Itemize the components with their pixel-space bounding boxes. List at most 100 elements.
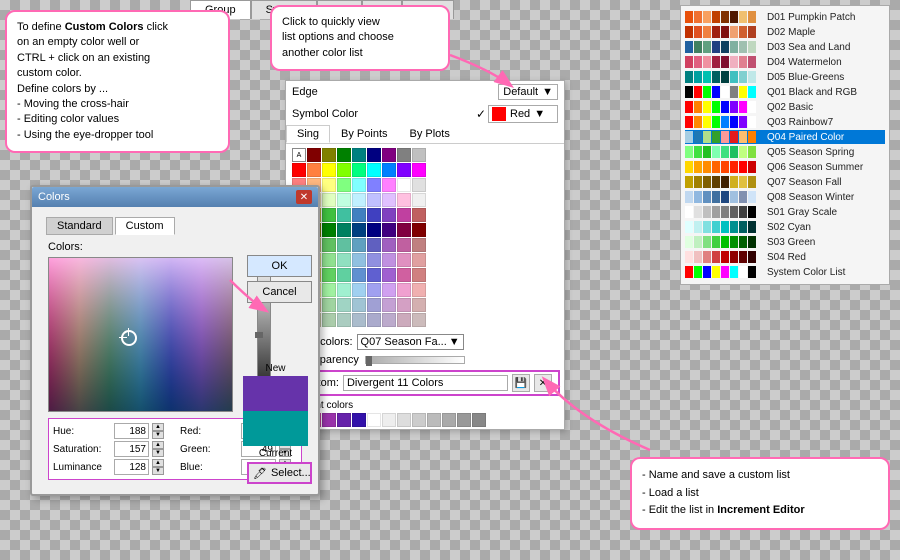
color-list-item[interactable]: Q03 Rainbow7 [685, 115, 885, 129]
swatch-cell[interactable] [367, 193, 381, 207]
swatch-cell[interactable] [412, 298, 426, 312]
swatch-cell[interactable] [412, 268, 426, 282]
color-list-item[interactable]: Q04 Paired Color [685, 130, 885, 144]
swatch-cell[interactable] [292, 163, 306, 177]
more-colors-dropdown[interactable]: Q07 Season Fa... ▼ [357, 334, 464, 350]
transparency-slider[interactable] [365, 356, 465, 364]
swatch-cell[interactable] [412, 253, 426, 267]
hue-spin[interactable]: ▲ ▼ [152, 423, 164, 439]
saturation-input[interactable] [114, 441, 149, 457]
swatch-cell[interactable] [367, 163, 381, 177]
swatch-cell[interactable] [337, 313, 351, 327]
swatch-cell[interactable] [352, 223, 366, 237]
swatch-cell[interactable] [322, 253, 336, 267]
recent-swatch[interactable] [322, 413, 336, 427]
swatch-cell[interactable] [412, 223, 426, 237]
recent-swatch[interactable] [367, 413, 381, 427]
swatch-cell[interactable] [382, 313, 396, 327]
swatch-cell[interactable] [367, 148, 381, 162]
hue-input[interactable] [114, 423, 149, 439]
swatch-cell[interactable] [382, 148, 396, 162]
swatch-cell[interactable] [352, 298, 366, 312]
symbol-color-dropdown[interactable]: Red ▼ [488, 105, 558, 123]
color-picker-area[interactable] [48, 257, 233, 412]
swatch-cell[interactable] [352, 313, 366, 327]
color-list-item[interactable]: Q06 Season Summer [685, 160, 885, 174]
recent-swatch[interactable] [472, 413, 486, 427]
swatch-cell[interactable] [322, 283, 336, 297]
swatch-cell[interactable] [367, 223, 381, 237]
swatch-cell[interactable] [367, 283, 381, 297]
swatch-cell[interactable] [397, 253, 411, 267]
swatch-cell[interactable] [412, 193, 426, 207]
swatch-cell[interactable] [337, 223, 351, 237]
color-list-item[interactable]: D05 Blue-Greens [685, 70, 885, 84]
swatch-cell[interactable] [382, 253, 396, 267]
color-list-item[interactable]: S03 Green [685, 235, 885, 249]
sat-down[interactable]: ▼ [152, 449, 164, 457]
save-custom-button[interactable]: 💾 [512, 374, 530, 392]
color-list-item[interactable]: S01 Gray Scale [685, 205, 885, 219]
color-list-item[interactable]: D03 Sea and Land [685, 40, 885, 54]
swatch-cell[interactable] [412, 238, 426, 252]
swatch-cell[interactable] [307, 148, 321, 162]
swatch-cell[interactable] [412, 313, 426, 327]
swatch-cell[interactable] [397, 223, 411, 237]
color-list-item[interactable]: Q05 Season Spring [685, 145, 885, 159]
swatch-cell[interactable] [352, 253, 366, 267]
swatch-cell[interactable] [412, 148, 426, 162]
hue-down[interactable]: ▼ [152, 431, 164, 439]
swatch-cell[interactable] [397, 298, 411, 312]
swatch-cell[interactable] [322, 238, 336, 252]
swatch-cell[interactable] [397, 193, 411, 207]
swatch-cell[interactable] [382, 238, 396, 252]
swatch-cell[interactable] [322, 178, 336, 192]
close-custom-button[interactable]: ✕ [534, 374, 552, 392]
swatch-cell[interactable] [382, 193, 396, 207]
swatch-cell[interactable] [352, 208, 366, 222]
luminance-spin[interactable]: ▲ ▼ [152, 459, 164, 475]
swatch-cell[interactable] [397, 178, 411, 192]
swatch-cell[interactable] [352, 283, 366, 297]
lum-down[interactable]: ▼ [152, 467, 164, 475]
swatch-cell[interactable] [352, 148, 366, 162]
recent-swatch[interactable] [352, 413, 366, 427]
saturation-spin[interactable]: ▲ ▼ [152, 441, 164, 457]
swatch-cell[interactable] [352, 238, 366, 252]
swatch-cell[interactable] [352, 178, 366, 192]
recent-swatch[interactable] [442, 413, 456, 427]
lum-up[interactable]: ▲ [152, 459, 164, 467]
swatch-cell[interactable] [337, 268, 351, 282]
swatch-cell[interactable] [382, 298, 396, 312]
dialog-tab-standard[interactable]: Standard [46, 217, 113, 235]
color-list-item[interactable]: Q08 Season Winter [685, 190, 885, 204]
swatch-cell[interactable] [352, 268, 366, 282]
recent-swatch[interactable] [412, 413, 426, 427]
swatch-cell[interactable] [412, 178, 426, 192]
swatch-cell[interactable] [382, 283, 396, 297]
swatch-cell[interactable] [412, 283, 426, 297]
swatch-cell[interactable] [382, 163, 396, 177]
popup-tab-bypoints[interactable]: By Points [330, 125, 398, 143]
swatch-cell[interactable] [337, 238, 351, 252]
default-dropdown[interactable]: Default ▼ [498, 84, 558, 100]
swatch-cell[interactable] [397, 268, 411, 282]
swatch-cell[interactable] [322, 163, 336, 177]
recent-swatch[interactable] [427, 413, 441, 427]
recent-swatch[interactable] [457, 413, 471, 427]
swatch-cell[interactable] [337, 163, 351, 177]
swatch-cell[interactable] [397, 148, 411, 162]
swatch-cell[interactable] [322, 298, 336, 312]
recent-swatch[interactable] [382, 413, 396, 427]
popup-tab-byplots[interactable]: By Plots [399, 125, 461, 143]
swatch-cell[interactable] [367, 268, 381, 282]
swatch-cell[interactable] [322, 313, 336, 327]
swatch-cell[interactable] [337, 148, 351, 162]
swatch-cell[interactable] [322, 223, 336, 237]
swatch-cell[interactable] [397, 283, 411, 297]
color-list-item[interactable]: D02 Maple [685, 25, 885, 39]
swatch-cell[interactable] [322, 268, 336, 282]
swatch-cell[interactable] [382, 178, 396, 192]
color-list-item[interactable]: S04 Red [685, 250, 885, 264]
cancel-button[interactable]: Cancel [247, 281, 312, 303]
